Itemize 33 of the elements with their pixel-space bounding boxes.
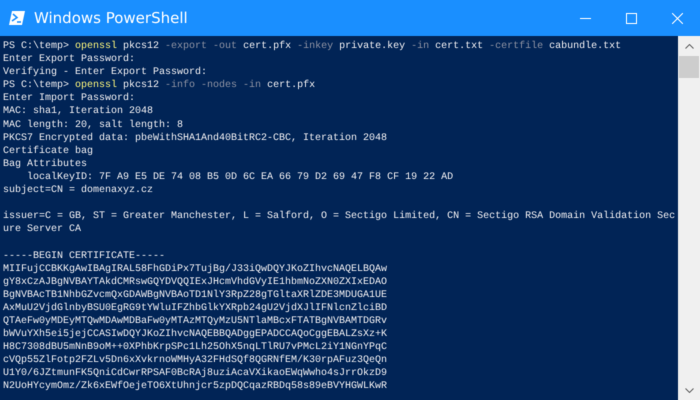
chevron-up-icon [684,44,694,48]
output-line: MAC length: 20, salt length: 8 [3,118,184,132]
output-line: BgNVBAcTB1NhbGZvcmQxGDAWBgNVBAoTD1NlY3RpZ28gTGltaXRlZDE3MDUGA1UE [3,288,388,302]
maximize-icon [626,12,636,24]
output-line: H8C7308dBU5mNnB9oM++0XPhbKrpSPc1Lh25OhX5nqLTlRU7vPMcL2iY1NGnYPqC [3,341,388,354]
chevron-down-icon [684,388,694,392]
output-line: MIIFujCCBKKgAwIBAgIRAL58FhGDiPx7TujBg/J33iQwDQYJKoZIhvcNAQELBQAw [3,262,388,276]
output-line: QTAeFw0yMDEyMTQwMDAwMDBaFw0yMTAzMTQyMzU5NTlaMBcxFTATBgNVBAMTDGRv [3,314,388,328]
command-line: PS C:\temp> openssl pkcs12 -info -nodes -in cert.pfx [3,79,316,92]
output-line: gY8xCzAJBgNVBAYTAkdCMRswGQYDVQQIExJHcmVhdGVyIE1hbmNoZXN0ZXIxEDAO [3,276,388,289]
scroll-thumb[interactable] [679,56,699,78]
output-line: ure Server CA [3,223,82,236]
powershell-icon [8,10,26,26]
output-line: issuer=C = GB, ST = Greater Manchester, L = Salford, O = Sectigo Limited, CN = Sectigo RSA Domain Validation Sec [3,210,676,224]
scrollbar[interactable] [678,36,700,400]
command-line: PS C:\temp> openssl pkcs12 -export -out cert.pfx -inkey private.key -in cert.txt -certfile cabundle.txt [3,40,622,54]
output-line: N2UoHYcymOmz/Zk6xEWfOejeTO6XtUhnjcr5zpDQCqazRBDq58s89eBVYHGWLKwR [3,380,388,394]
output-line: localKeyID: 7F A9 E5 DE 74 08 B5 0D 6C EA 66 79 D2 69 47 F8 CF 19 22 AD [26,170,454,184]
window-title: Windows PowerShell [34,8,189,29]
output-line: subject=CN = domenaxyz.cz [3,184,154,198]
output-line: -----BEGIN CERTIFICATE----- [3,250,166,263]
output-line: bWVuYXh5ei5jejCCASIwDQYJKoZIhvcNAQEBBQADggEPADCCAQoCggEBALZsXz+K [3,328,388,342]
output-line: AxMuU2VjdGlnbyBSU0EgRG9tYWluIFZhbGlkYXRpb24gU2VjdXJlIFNlcnZlciBD [3,302,388,315]
output-line: MAC: sha1, Iteration 2048 [3,105,154,119]
output-line: Enter Import Password: [3,92,136,106]
output-line: Certificate bag [3,144,94,158]
output-line: Verifying - Enter Export Password: [3,66,208,80]
close-icon [672,12,682,24]
output-line: PKCS7 Encrypted data: pbeWithSHA1And40BitRC2-CBC, Iteration 2048 [3,132,388,145]
output-line: cVQp55ZlFotp2FZLv5Dn6xXvkrnoWMHyA32FHdSQf8QGRNfEM/K30rpAFuz3QeQn [3,354,388,368]
output-line: Enter Export Password: [3,53,136,66]
output-line: Bag Attributes [3,158,88,171]
output-line: U1Y0/6JZtmunFK5QniCdCwrRPSAF0BcRAj8uziAcaVXikaoEWqWwho4sJrrOkzD9 [3,367,388,380]
